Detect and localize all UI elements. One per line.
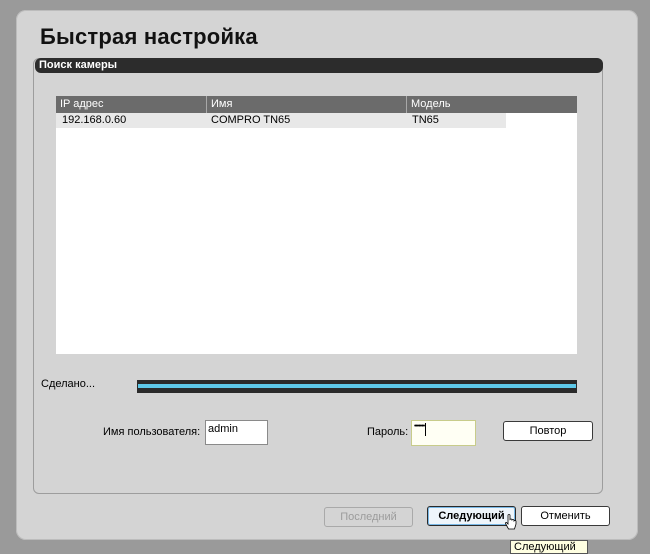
column-header-model[interactable]: Модель: [406, 96, 577, 113]
progress-bar: [137, 380, 577, 393]
table-row[interactable]: 192.168.0.60 COMPRO TN65 TN65: [56, 113, 506, 128]
column-header-ip[interactable]: IP адрес: [56, 96, 206, 113]
cell-name: COMPRO TN65: [211, 114, 291, 126]
hand-cursor-icon: [505, 514, 517, 530]
section-header: Поиск камеры: [35, 58, 603, 73]
cancel-button[interactable]: Отменить: [521, 506, 610, 526]
camera-table: IP адрес Имя Модель 192.168.0.60 COMPRO …: [56, 96, 577, 354]
password-mask: •••••••: [414, 423, 425, 430]
table-header: IP адрес Имя Модель: [56, 96, 577, 113]
progress-fill: [138, 384, 576, 388]
progress-label: Сделано...: [41, 378, 96, 390]
column-header-name[interactable]: Имя: [206, 96, 406, 113]
password-field[interactable]: •••••••: [411, 420, 476, 446]
username-field[interactable]: admin: [205, 420, 268, 445]
retry-button[interactable]: Повтор: [503, 421, 593, 441]
page-title: Быстрая настройка: [40, 24, 258, 49]
text-caret: [425, 423, 427, 436]
cell-ip: 192.168.0.60: [62, 114, 127, 126]
previous-button[interactable]: Последний: [324, 507, 413, 527]
username-label: Имя пользователя:: [103, 426, 201, 438]
tooltip: Следующий: [510, 540, 588, 554]
next-button[interactable]: Следующий: [427, 506, 516, 526]
password-label: Пароль:: [367, 426, 409, 438]
cell-model: TN65: [412, 114, 439, 126]
